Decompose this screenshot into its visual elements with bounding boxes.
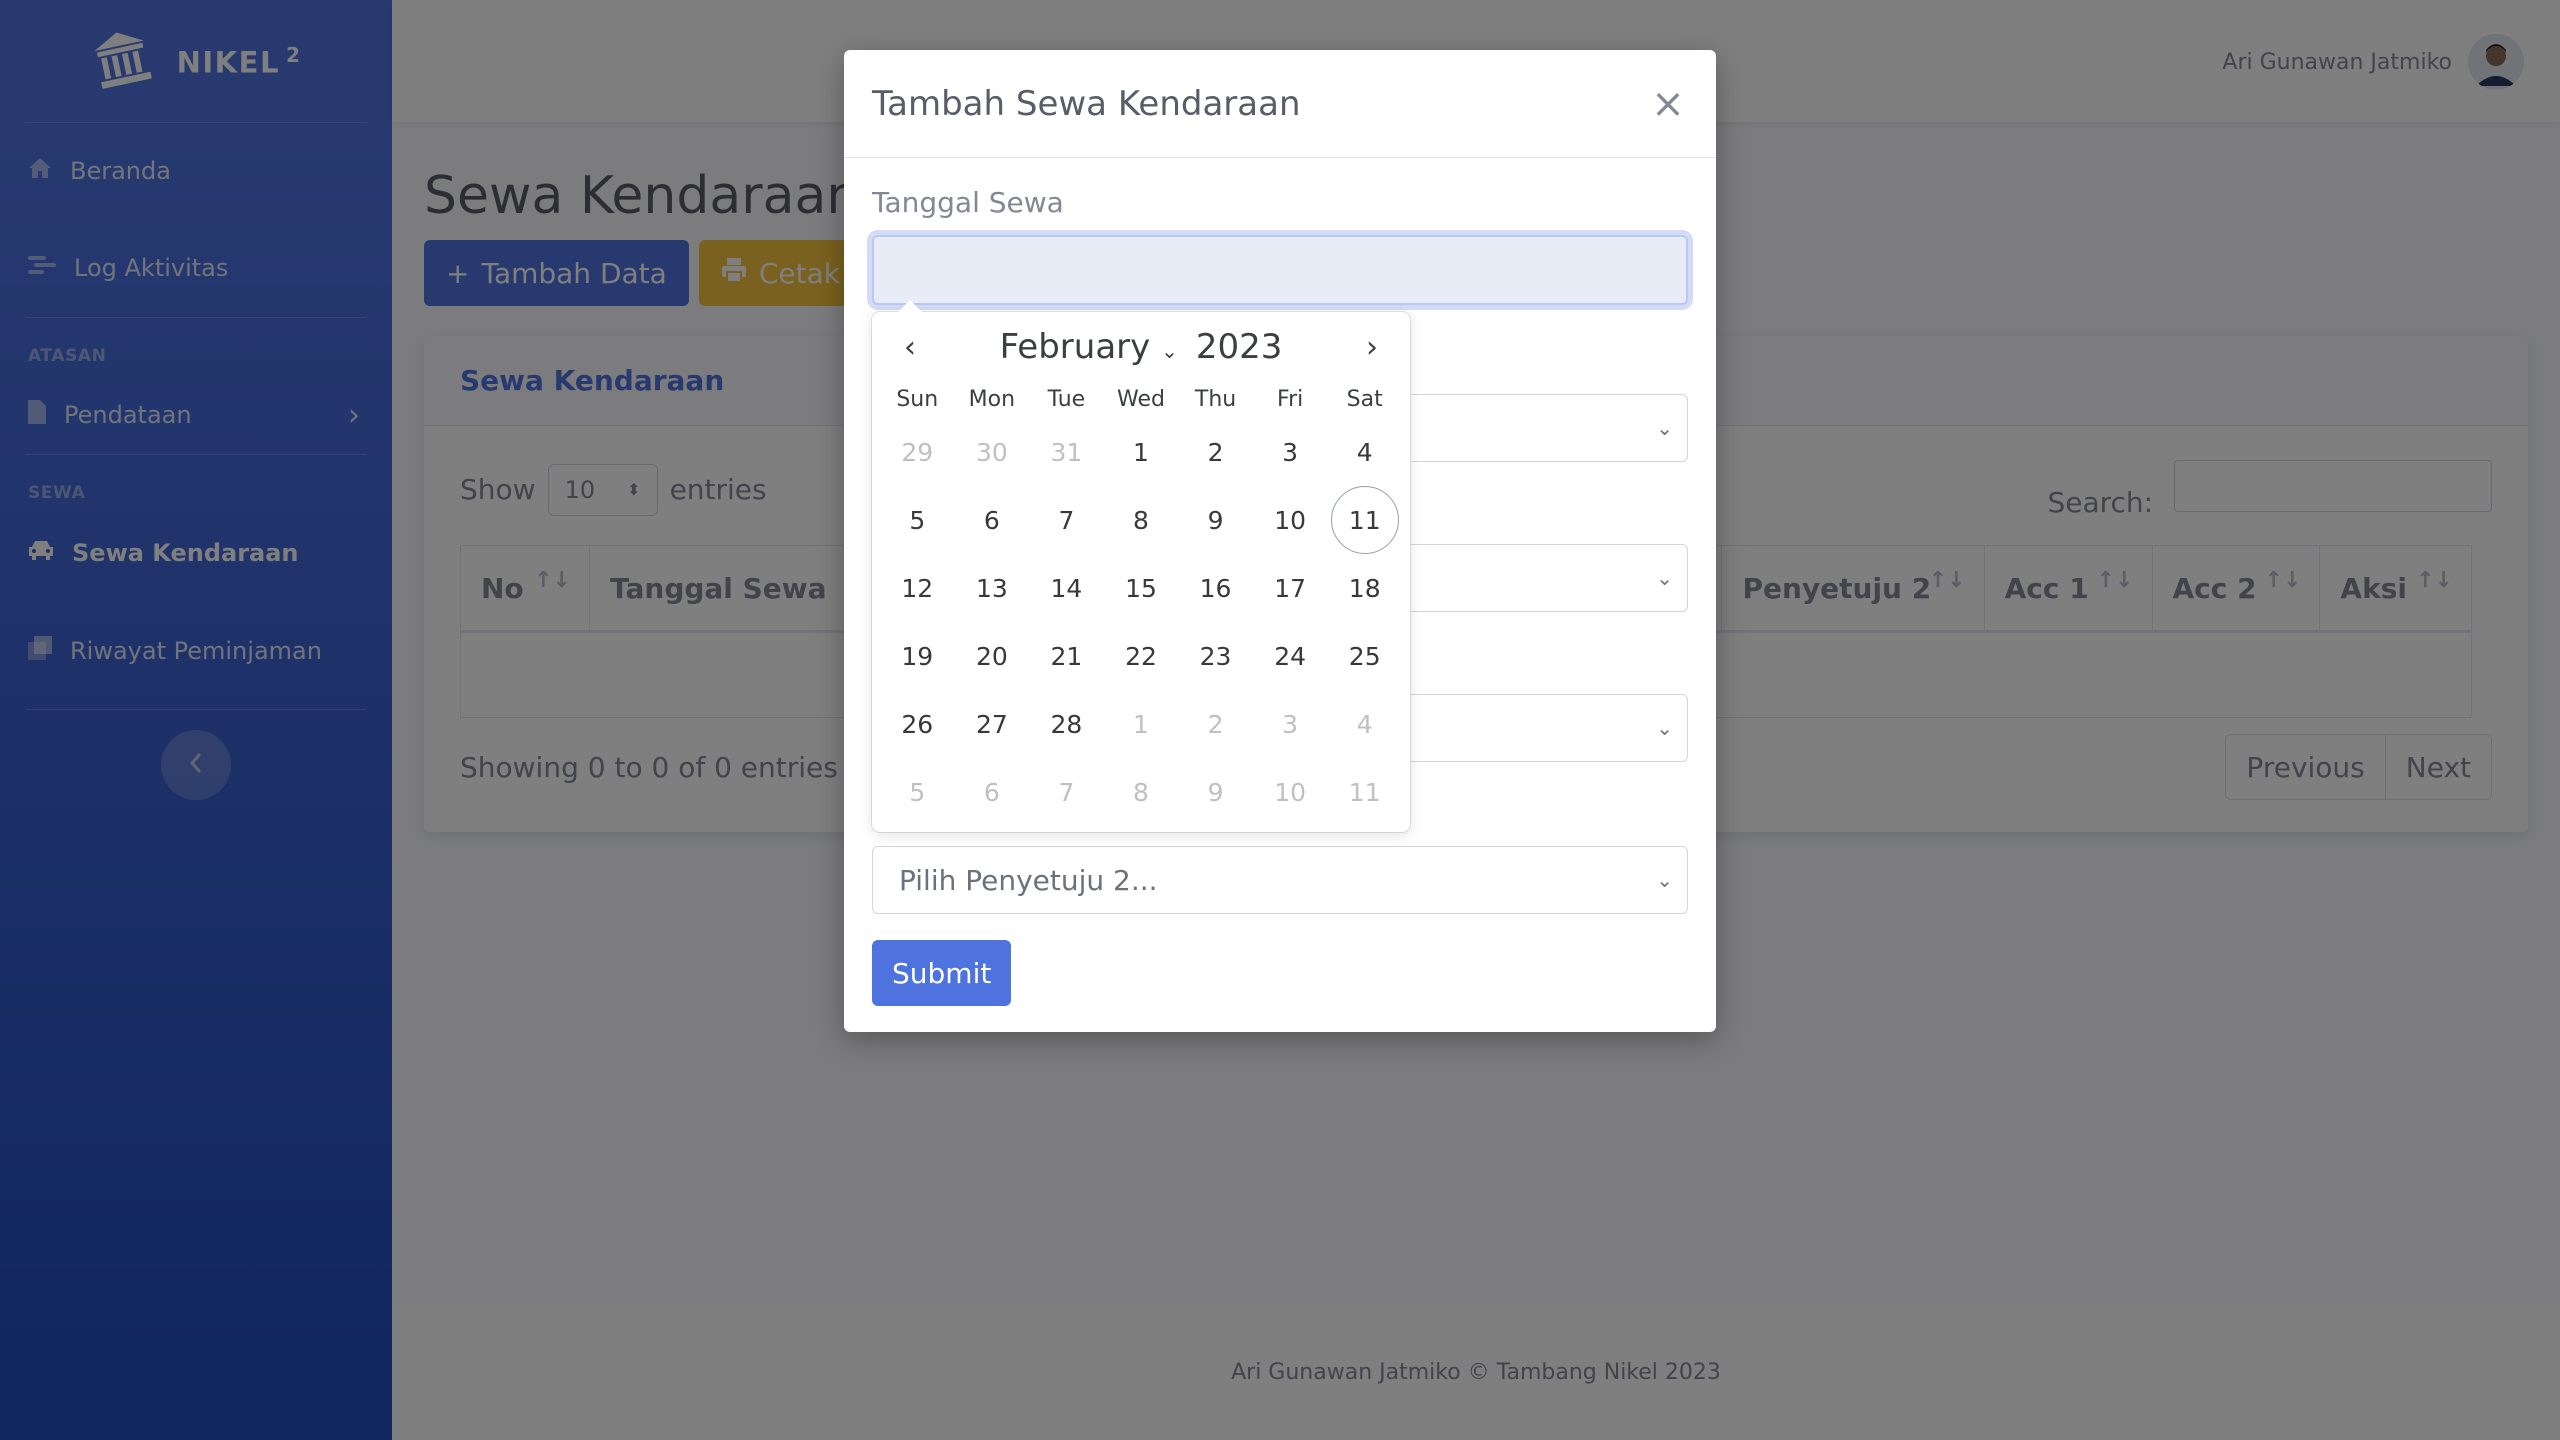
day-cell[interactable]: 7 (1029, 486, 1104, 554)
day-cell[interactable]: 21 (1029, 622, 1104, 690)
penyetuju-2-select[interactable]: Pilih Penyetuju 2... ⌄ (872, 846, 1688, 914)
modal-body: Tanggal Sewa (844, 186, 1716, 305)
weekday-label: Tue (1047, 387, 1086, 412)
weekday-label: Mon (968, 387, 1016, 412)
day-cell-today[interactable]: 11 (1330, 486, 1399, 554)
penyetuju-2-placeholder: Pilih Penyetuju 2... (899, 863, 1158, 897)
chevron-down-icon: ⌄ (1161, 339, 1178, 363)
day-cell[interactable]: 28 (1029, 690, 1104, 758)
prev-month-icon[interactable]: ‹ (892, 330, 928, 365)
day-cell[interactable]: 4 (1327, 418, 1402, 486)
chevron-down-icon: ⌄ (1656, 716, 1673, 740)
month-year: February ⌄ 2023 (1000, 327, 1283, 367)
day-cell[interactable]: 24 (1253, 622, 1328, 690)
day-cell[interactable]: 19 (880, 622, 955, 690)
weekday-label: Sat (1346, 387, 1383, 412)
day-cell[interactable]: 8 (1104, 758, 1179, 826)
day-cell[interactable]: 17 (1253, 554, 1328, 622)
month-select[interactable]: February ⌄ (1000, 327, 1178, 367)
weekday-label: Wed (1117, 387, 1165, 412)
modal-header: Tambah Sewa Kendaraan × (844, 50, 1716, 158)
date-picker: ‹ February ⌄ 2023 › Sun Mon Tue Wed Thu Fri Sa… (872, 300, 1410, 832)
day-cell[interactable]: 9 (1178, 758, 1253, 826)
day-cell[interactable]: 20 (955, 622, 1030, 690)
day-cell[interactable]: 26 (880, 690, 955, 758)
day-cell[interactable]: 5 (880, 486, 955, 554)
day-cell[interactable]: 6 (955, 758, 1030, 826)
weekday-label: Sun (896, 387, 939, 412)
day-cell[interactable]: 7 (1029, 758, 1104, 826)
day-cell[interactable]: 12 (880, 554, 955, 622)
weekday-label: Thu (1194, 387, 1237, 412)
day-cell[interactable]: 2 (1178, 690, 1253, 758)
chevron-down-icon: ⌄ (1656, 566, 1673, 590)
year-input[interactable]: 2023 (1196, 327, 1283, 367)
day-cell[interactable]: 10 (1253, 758, 1328, 826)
chevron-down-icon: ⌄ (1656, 868, 1673, 892)
modal-title: Tambah Sewa Kendaraan (872, 83, 1301, 124)
next-month-icon[interactable]: › (1354, 330, 1390, 365)
day-cell[interactable]: 3 (1253, 418, 1328, 486)
day-cell[interactable]: 9 (1178, 486, 1253, 554)
day-cell[interactable]: 10 (1253, 486, 1328, 554)
day-cell[interactable]: 29 (880, 418, 955, 486)
day-cell[interactable]: 18 (1327, 554, 1402, 622)
weekday-row: Sun Mon Tue Wed Thu Fri Sat (872, 382, 1410, 418)
day-cell[interactable]: 23 (1178, 622, 1253, 690)
date-label: Tanggal Sewa (872, 186, 1064, 219)
date-picker-header: ‹ February ⌄ 2023 › (872, 312, 1410, 382)
day-cell[interactable]: 22 (1104, 622, 1179, 690)
day-cell[interactable]: 5 (880, 758, 955, 826)
days-grid: 29 30 31 1 2 3 4 5 6 7 8 9 10 11 12 13 14 15 16 17 18 19 20 21 2… (872, 418, 1410, 826)
day-cell[interactable]: 3 (1253, 690, 1328, 758)
submit-button[interactable]: Submit (872, 940, 1012, 1006)
close-icon[interactable]: × (1648, 81, 1688, 127)
day-cell[interactable]: 8 (1104, 486, 1179, 554)
day-cell[interactable]: 31 (1029, 418, 1104, 486)
day-cell[interactable]: 4 (1327, 690, 1402, 758)
day-cell[interactable]: 11 (1327, 758, 1402, 826)
day-cell[interactable]: 13 (955, 554, 1030, 622)
chevron-down-icon: ⌄ (1656, 416, 1673, 440)
weekday-label: Fri (1277, 387, 1304, 412)
date-input[interactable] (872, 235, 1688, 305)
day-cell[interactable]: 16 (1178, 554, 1253, 622)
day-cell[interactable]: 25 (1327, 622, 1402, 690)
day-cell[interactable]: 6 (955, 486, 1030, 554)
day-cell[interactable]: 15 (1104, 554, 1179, 622)
day-cell[interactable]: 30 (955, 418, 1030, 486)
day-cell[interactable]: 14 (1029, 554, 1104, 622)
day-cell[interactable]: 1 (1104, 690, 1179, 758)
day-cell[interactable]: 2 (1178, 418, 1253, 486)
day-cell[interactable]: 27 (955, 690, 1030, 758)
day-cell[interactable]: 1 (1104, 418, 1179, 486)
